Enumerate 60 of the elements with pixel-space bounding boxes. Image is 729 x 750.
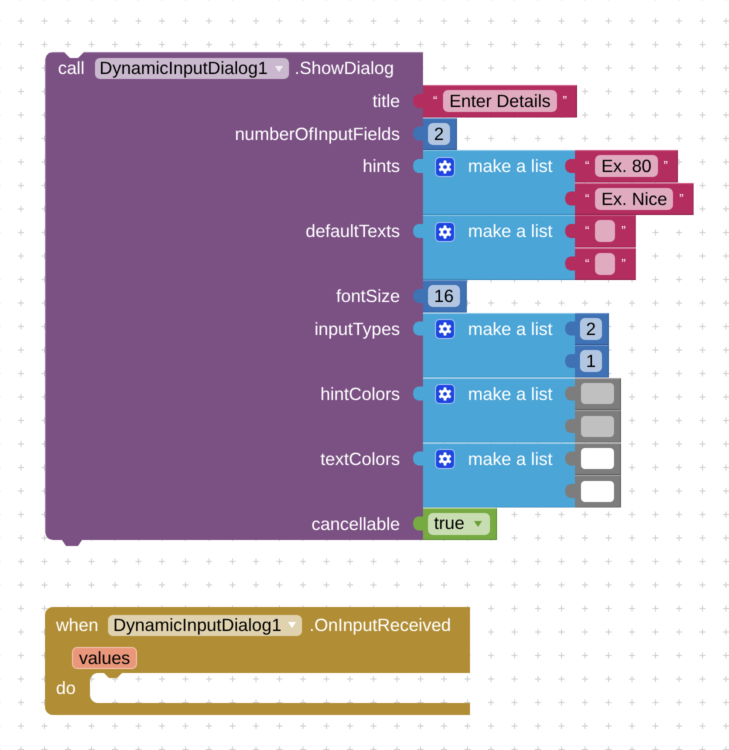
text-block[interactable]: “ Ex. Nice ”	[565, 182, 694, 215]
close-quote: ”	[621, 224, 626, 237]
color-swatch[interactable]	[581, 448, 614, 470]
text-block[interactable]: “ Ex. 80 ”	[565, 150, 678, 182]
gear-icon[interactable]	[435, 319, 455, 339]
parameter-label: fontSize	[336, 286, 400, 307]
boolean-dropdown[interactable]: true	[428, 512, 490, 535]
open-quote: “	[585, 159, 590, 172]
parameter-label: cancellable	[312, 514, 400, 534]
parameter-label: textColors	[320, 448, 400, 470]
text-block[interactable]: “ ”	[565, 215, 636, 248]
caret-icon	[288, 622, 296, 628]
method-call-block[interactable]	[45, 52, 423, 546]
keyword-label: call	[58, 58, 85, 79]
parameter-label: numberOfInputFields	[234, 124, 400, 144]
list-label: make a list	[468, 221, 553, 242]
text-field[interactable]: Ex. 80	[595, 155, 658, 178]
text-field[interactable]: Enter Details	[443, 90, 557, 112]
text-field[interactable]: Ex. Nice	[595, 188, 674, 210]
number-field[interactable]: 16	[428, 285, 460, 308]
component-dropdown[interactable]: DynamicInputDialog1	[94, 58, 289, 79]
parameter-label: inputTypes	[314, 318, 400, 340]
close-quote: ”	[621, 256, 626, 270]
number-field[interactable]: 2	[580, 318, 602, 340]
parameter-label: hintColors	[320, 384, 400, 404]
keyword-label: when	[56, 614, 98, 636]
boolean-block[interactable]: true	[413, 508, 498, 540]
parameter-label: hints	[362, 156, 400, 177]
caret-icon	[474, 520, 482, 527]
list-label: make a list	[468, 384, 553, 404]
caret-icon	[274, 66, 283, 72]
parameter-label: defaultTexts	[306, 221, 400, 242]
list-label: make a list	[468, 318, 553, 340]
number-field[interactable]: 1	[580, 350, 602, 372]
color-swatch[interactable]	[581, 383, 614, 404]
gear-icon[interactable]	[435, 156, 455, 176]
open-quote: “	[585, 256, 590, 270]
open-quote: “	[433, 94, 438, 107]
number-field[interactable]: 2	[428, 122, 450, 145]
color-swatch[interactable]	[581, 416, 614, 437]
parameter-field[interactable]: values	[72, 647, 138, 669]
text-block[interactable]: “ Enter Details ”	[413, 85, 577, 118]
parameter-label: title	[372, 91, 400, 112]
gear-icon[interactable]	[435, 449, 455, 469]
close-quote: ”	[679, 192, 684, 204]
gear-icon[interactable]	[435, 384, 455, 404]
gear-icon[interactable]	[435, 222, 455, 242]
open-quote: “	[585, 224, 590, 237]
color-swatch[interactable]	[581, 480, 614, 502]
list-label: make a list	[468, 156, 553, 177]
text-field[interactable]	[595, 220, 616, 242]
statement-label: do	[56, 678, 76, 698]
text-field[interactable]	[595, 252, 616, 275]
close-quote: ”	[562, 94, 567, 107]
close-quote: ”	[664, 159, 668, 172]
event-name: .OnInputReceived	[309, 614, 452, 636]
open-quote: “	[585, 192, 590, 204]
method-name: .ShowDialog	[294, 58, 394, 79]
list-label: make a list	[468, 448, 553, 470]
component-dropdown[interactable]: DynamicInputDialog1	[108, 614, 302, 636]
